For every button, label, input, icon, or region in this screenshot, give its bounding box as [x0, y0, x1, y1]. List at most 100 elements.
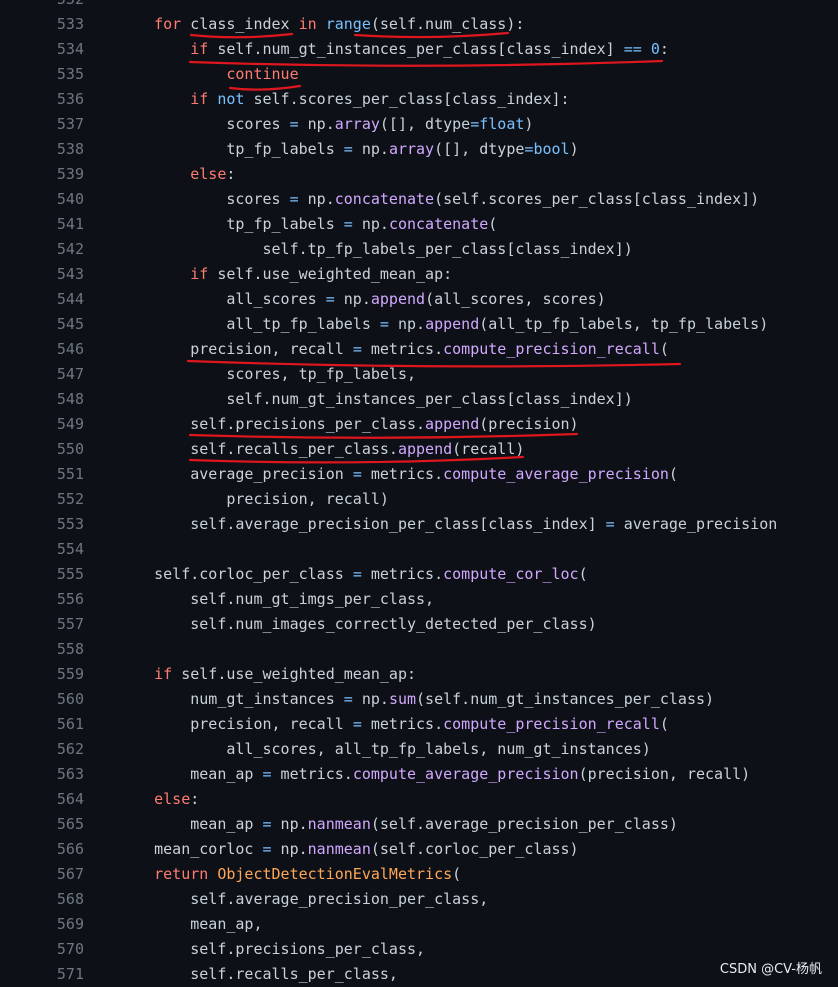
line-number: 548 — [56, 390, 84, 408]
code-line: 533 for class_index in range(self.num_cl… — [0, 12, 838, 37]
code-text: mean_corloc = np.nanmean(self.corloc_per… — [118, 837, 579, 862]
code-line: 540 scores = np.concatenate(self.scores_… — [0, 187, 838, 212]
line-number: 536 — [56, 90, 84, 108]
line-number: 533 — [56, 15, 84, 33]
code-token: (precision, recall) — [578, 765, 751, 783]
line-number: 557 — [56, 615, 84, 633]
code-line: 539 else: — [0, 162, 838, 187]
code-token: mean_ap — [118, 765, 263, 783]
code-token: self.scores_per_class[class_index]: — [244, 90, 570, 108]
code-text: mean_ap = np.nanmean(self.average_precis… — [118, 812, 678, 837]
code-token: self.use_weighted_mean_ap: — [208, 265, 453, 283]
code-text: precision, recall) — [118, 487, 389, 512]
code-token: average_precision — [614, 515, 778, 533]
code-text: self.tp_fp_labels_per_class[class_index]… — [118, 237, 632, 262]
code-token: (self.average_precision_per_class) — [370, 815, 678, 833]
code-line: 564 else: — [0, 787, 838, 812]
line-number: 552 — [56, 490, 84, 508]
code-line: 541 tp_fp_labels = np.concatenate( — [0, 212, 838, 237]
code-line: 535 continue — [0, 62, 838, 87]
code-token: ( — [659, 715, 669, 733]
code-token: all_scores — [118, 290, 326, 308]
code-token: = — [352, 465, 362, 483]
code-line: 549 self.precisions_per_class.append(pre… — [0, 412, 838, 437]
code-token: np. — [271, 840, 308, 858]
code-text: else: — [118, 787, 199, 812]
code-token: for — [154, 15, 182, 33]
code-line: 532 — [0, 0, 838, 12]
code-line: 548 self.num_gt_instances_per_class[clas… — [0, 387, 838, 412]
code-token: = — [379, 315, 389, 333]
code-token: metrics. — [361, 340, 444, 358]
code-token: nanmean — [307, 840, 371, 858]
code-text: self.recalls_per_class.append(recall) — [118, 437, 524, 462]
code-text: all_tp_fp_labels = np.append(all_tp_fp_l… — [118, 312, 768, 337]
code-token: concatenate — [388, 215, 489, 233]
code-token: np. — [352, 690, 389, 708]
code-token: precision, recall) — [118, 490, 389, 508]
code-line: 562 all_scores, all_tp_fp_labels, num_gt… — [0, 737, 838, 762]
code-token: self.precisions_per_class, — [118, 940, 426, 958]
code-text: self.num_gt_instances_per_class[class_in… — [118, 387, 632, 412]
code-token: else — [154, 790, 191, 808]
code-line: 568 self.average_precision_per_class, — [0, 887, 838, 912]
code-token: = — [470, 115, 480, 133]
line-number: 567 — [56, 865, 84, 883]
code-token: np. — [298, 190, 335, 208]
code-token: tp_fp_labels — [118, 140, 344, 158]
code-token: self.recalls_per_class, — [118, 965, 398, 983]
code-token: (self.corloc_per_class) — [370, 840, 579, 858]
line-number: 543 — [56, 265, 84, 283]
code-token: append — [370, 290, 426, 308]
code-token: metrics. — [361, 465, 444, 483]
code-line: 552 precision, recall) — [0, 487, 838, 512]
line-number: 547 — [56, 365, 84, 383]
code-token: mean_corloc — [118, 840, 263, 858]
code-token: = — [352, 340, 362, 358]
code-token: np. — [334, 290, 371, 308]
code-token: np. — [271, 815, 308, 833]
code-token: = — [289, 190, 299, 208]
code-token: : — [190, 790, 200, 808]
code-token: all_scores, all_tp_fp_labels, num_gt_ins… — [118, 740, 651, 758]
line-number: 568 — [56, 890, 84, 908]
line-number: 541 — [56, 215, 84, 233]
code-token: all_tp_fp_labels — [118, 315, 380, 333]
code-token: compute_precision_recall — [443, 340, 660, 358]
line-number: 532 — [0, 0, 84, 12]
line-number: 570 — [56, 940, 84, 958]
code-line: 554 — [0, 537, 838, 562]
code-token: == — [623, 40, 642, 58]
code-text: if self.use_weighted_mean_ap: — [118, 262, 452, 287]
code-line: 550 self.recalls_per_class.append(recall… — [0, 437, 838, 462]
line-number: 555 — [56, 565, 84, 583]
code-line: 543 if self.use_weighted_mean_ap: — [0, 262, 838, 287]
code-token: if — [190, 90, 209, 108]
code-line: 570 self.precisions_per_class, — [0, 937, 838, 962]
code-token: append — [425, 415, 480, 433]
code-text: self.corloc_per_class = metrics.compute_… — [118, 562, 588, 587]
code-token: (recall) — [452, 440, 525, 458]
code-token: ( — [452, 865, 462, 883]
code-token: np. — [352, 140, 389, 158]
code-token: = — [352, 565, 362, 583]
code-text: self.recalls_per_class, — [118, 962, 398, 987]
code-text: precision, recall = metrics.compute_prec… — [118, 712, 669, 737]
code-token: compute_precision_recall — [443, 715, 660, 733]
line-number: 542 — [56, 240, 84, 258]
code-token: class_index — [181, 15, 299, 33]
code-text: scores = np.concatenate(self.scores_per_… — [118, 187, 759, 212]
line-number: 545 — [56, 315, 84, 333]
code-line: 536 if not self.scores_per_class[class_i… — [0, 87, 838, 112]
code-token: self.average_precision_per_class, — [118, 890, 489, 908]
watermark: CSDN @CV-杨帆 — [719, 962, 822, 977]
code-token: if — [190, 40, 209, 58]
